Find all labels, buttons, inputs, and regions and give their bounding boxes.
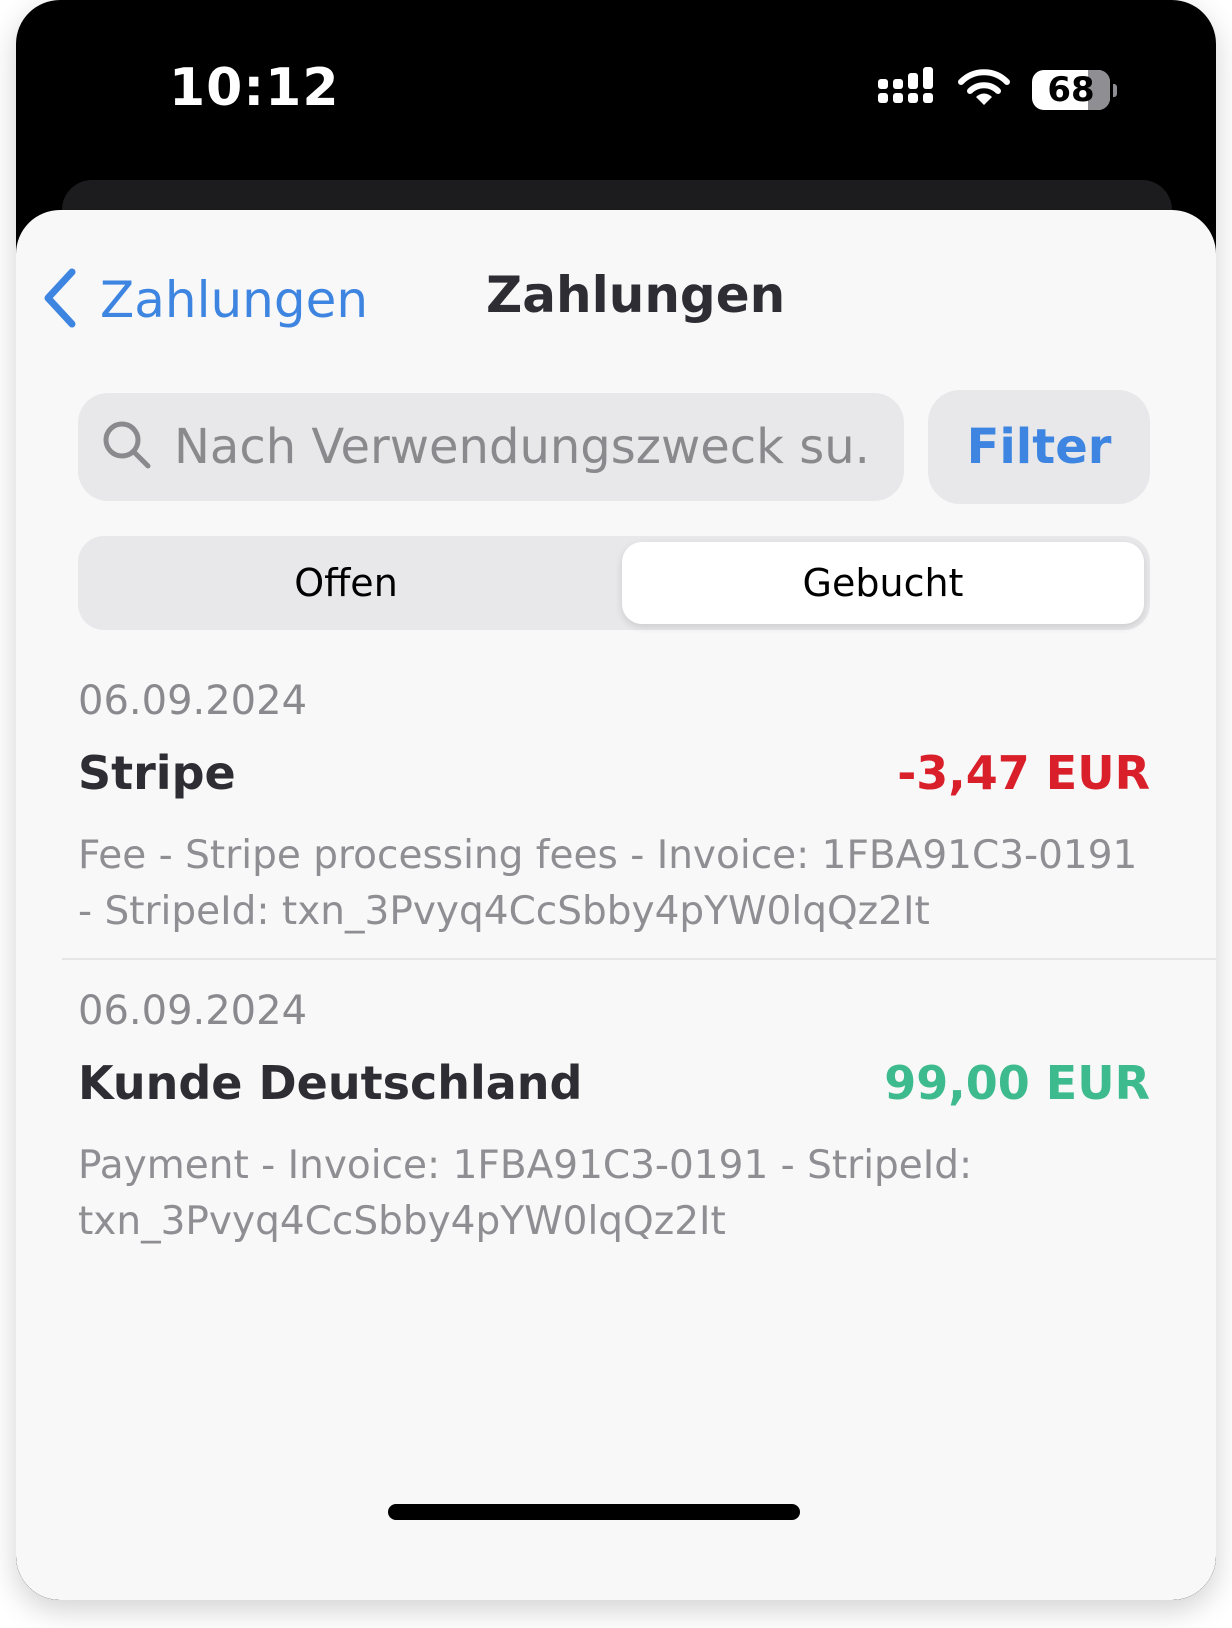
back-button[interactable]: Zahlungen: [42, 268, 368, 332]
status-segmented-control: Offen Gebucht: [78, 536, 1150, 630]
battery-level: 68: [1047, 70, 1095, 110]
search-icon: [102, 420, 152, 474]
status-icons: 68: [878, 67, 1117, 113]
page-title: Zahlungen: [486, 266, 786, 324]
wifi-icon: [958, 68, 1010, 112]
transaction-list: 06.09.2024 Stripe -3,47 EUR Fee - Stripe…: [16, 650, 1216, 1280]
transaction-date: 06.09.2024: [78, 678, 308, 724]
navigation-bar: Zahlungen Zahlungen: [16, 210, 1216, 360]
transaction-item[interactable]: 06.09.2024 Stripe -3,47 EUR Fee - Stripe…: [16, 650, 1216, 960]
transaction-name: Kunde Deutschland: [78, 1056, 583, 1110]
phone-frame: 10:12 68 Zahlungen Zahlungen Nach Verwen…: [16, 0, 1216, 1600]
transaction-amount: 99,00 EUR: [884, 1056, 1150, 1110]
transaction-amount: -3,47 EUR: [897, 746, 1150, 800]
home-indicator: [388, 1504, 800, 1520]
back-button-label: Zahlungen: [100, 271, 369, 329]
transaction-description: Fee - Stripe processing fees - Invoice: …: [78, 833, 1138, 934]
transaction-item[interactable]: 06.09.2024 Kunde Deutschland 99,00 EUR P…: [16, 960, 1216, 1280]
transaction-name: Stripe: [78, 746, 236, 800]
search-bar[interactable]: [78, 393, 904, 501]
segment-offen[interactable]: Offen: [78, 536, 614, 630]
transaction-date: 06.09.2024: [78, 988, 308, 1034]
search-input[interactable]: [172, 418, 876, 476]
chevron-left-icon: [42, 268, 78, 332]
cellular-signal-icon: [878, 67, 938, 113]
transaction-description: Payment - Invoice: 1FBA91C3-0191 - Strip…: [78, 1143, 973, 1244]
payments-sheet: Zahlungen Zahlungen Filter Offen Gebucht…: [16, 210, 1216, 1600]
segment-gebucht[interactable]: Gebucht: [622, 542, 1144, 624]
status-bar: 10:12 68: [16, 0, 1216, 180]
status-time: 10:12: [169, 58, 340, 118]
battery-icon: 68: [1032, 70, 1117, 110]
filter-button[interactable]: Filter: [928, 390, 1150, 504]
